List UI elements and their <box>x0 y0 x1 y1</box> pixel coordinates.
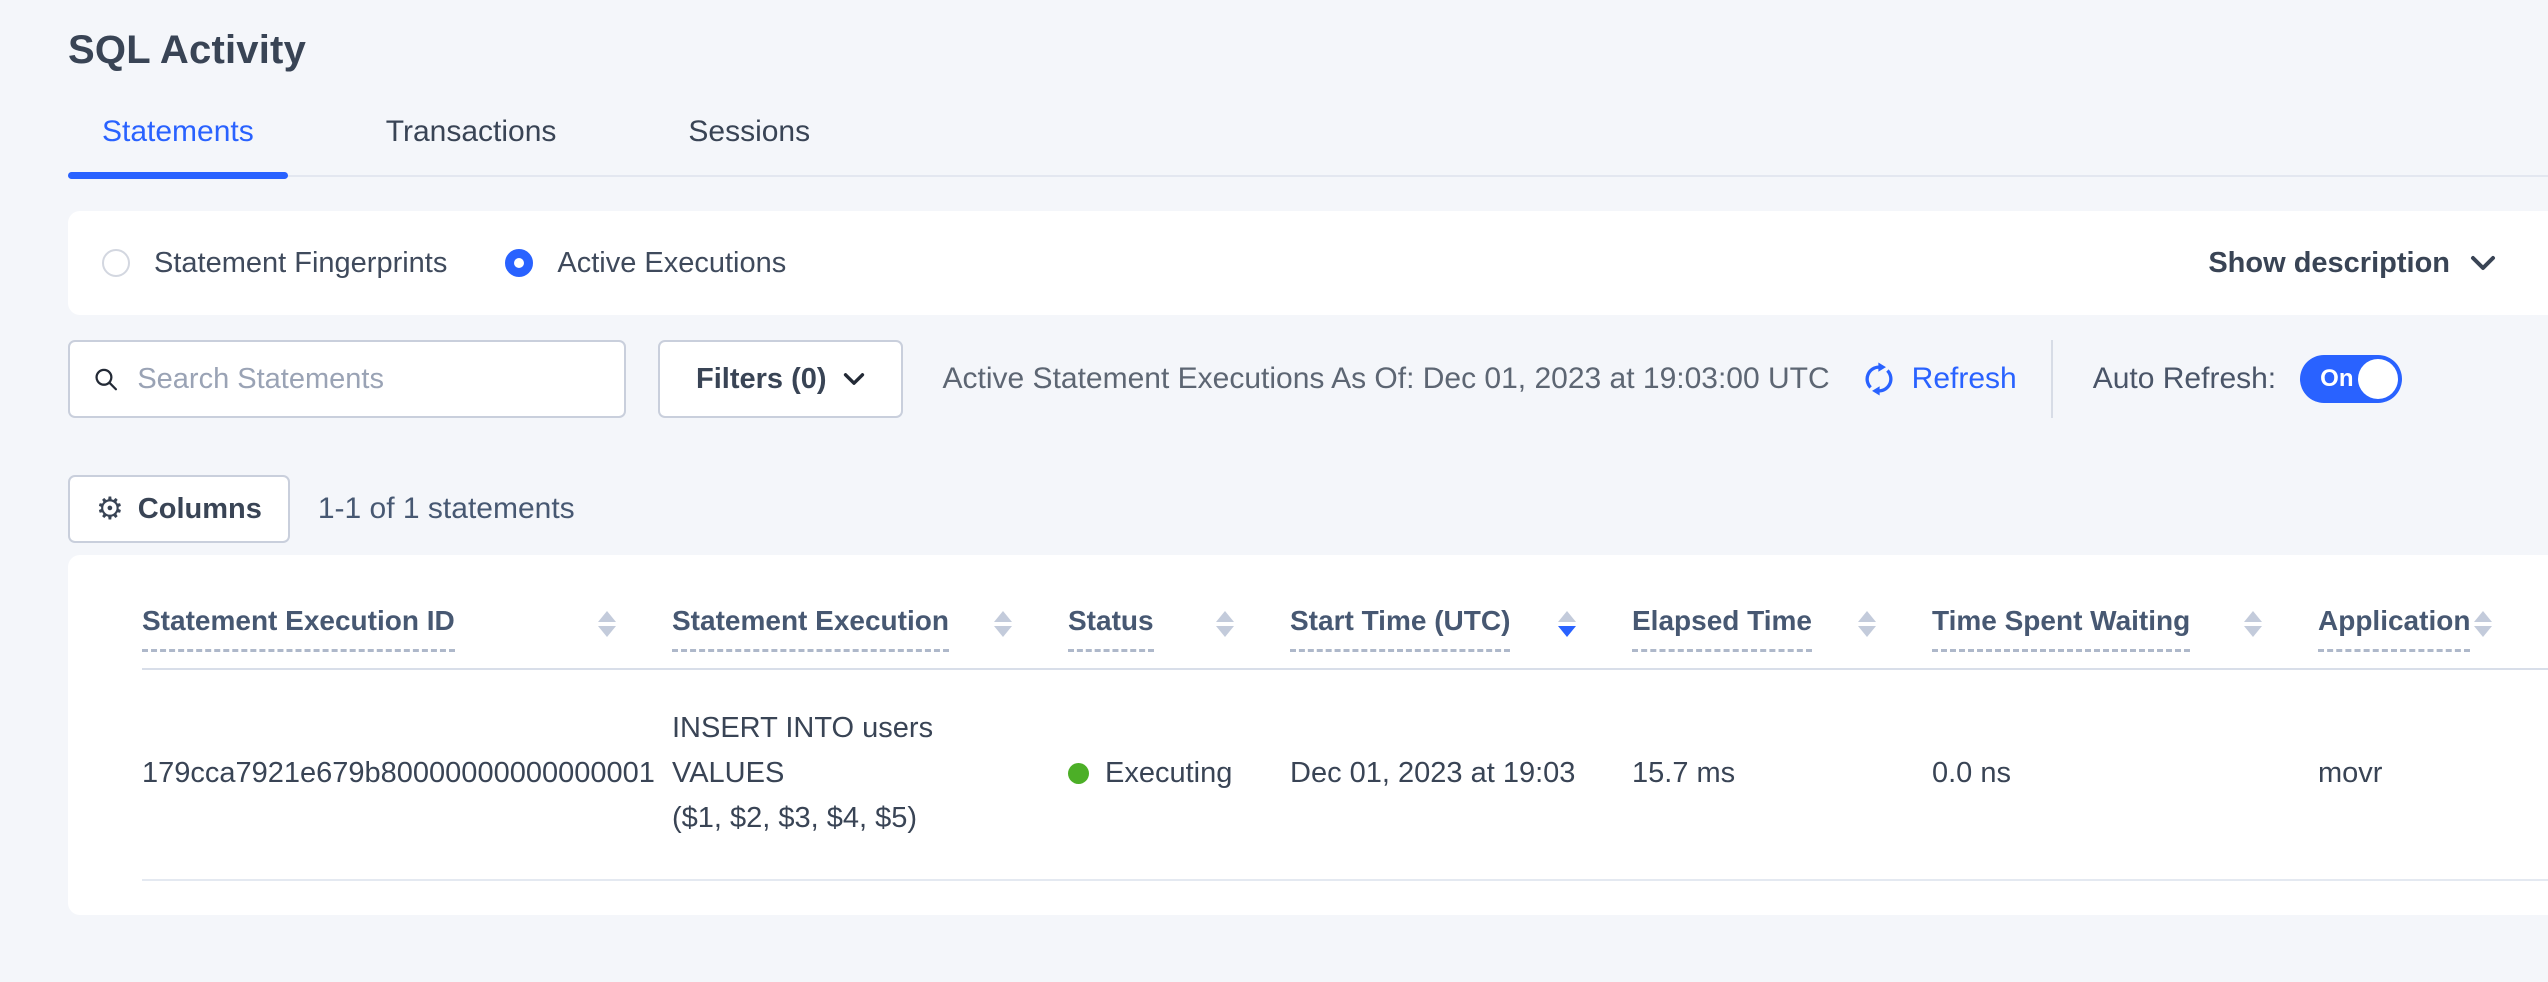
auto-refresh-toggle[interactable]: On <box>2300 355 2402 403</box>
refresh-button[interactable]: Refresh <box>1860 360 2017 398</box>
result-count: 1-1 of 1 statements <box>318 492 575 526</box>
show-description-button[interactable]: Show description <box>2208 247 2496 280</box>
sort-icon-active-desc[interactable] <box>1558 611 1576 637</box>
tab-transactions[interactable]: Transactions <box>352 115 591 175</box>
tab-sessions[interactable]: Sessions <box>654 115 844 175</box>
sort-icon[interactable] <box>994 611 1012 637</box>
sort-icon[interactable] <box>1216 611 1234 637</box>
search-box[interactable] <box>68 340 626 418</box>
cell-statement: INSERT INTO users VALUES ($1, $2, $3, $4… <box>672 669 1068 880</box>
statements-table-card: Statement Execution ID Statement Executi… <box>68 555 2548 915</box>
column-header-application[interactable]: Application <box>2318 583 2548 669</box>
sort-icon[interactable] <box>2474 611 2492 637</box>
sort-icon[interactable] <box>598 611 616 637</box>
cell-start-time: Dec 01, 2023 at 19:03 <box>1290 669 1632 880</box>
auto-refresh-label: Auto Refresh: <box>2093 362 2276 396</box>
radio-statement-fingerprints[interactable]: Statement Fingerprints <box>102 247 447 280</box>
table-row: 179cca7921e679b80000000000000001 INSERT … <box>142 669 2548 880</box>
tabs-bar: Statements Transactions Sessions <box>68 115 2548 177</box>
cell-elapsed-time: 15.7 ms <box>1632 669 1932 880</box>
table-header-row: Statement Execution ID Statement Executi… <box>142 583 2548 669</box>
chevron-down-icon <box>2470 255 2496 271</box>
column-header-time-spent-waiting[interactable]: Time Spent Waiting <box>1932 583 2318 669</box>
radio-circle-selected[interactable] <box>505 249 533 277</box>
statements-table: Statement Execution ID Statement Executi… <box>142 583 2548 881</box>
columns-button[interactable]: ⚙ Columns <box>68 475 290 543</box>
columns-label: Columns <box>138 493 262 526</box>
page-title: SQL Activity <box>0 0 2548 73</box>
search-icon <box>92 364 119 394</box>
statement-line-1: INSERT INTO users VALUES <box>672 706 1012 796</box>
column-header-start-time[interactable]: Start Time (UTC) <box>1290 583 1632 669</box>
search-input[interactable] <box>137 363 602 396</box>
column-header-statement-execution[interactable]: Statement Execution <box>672 583 1068 669</box>
status-dot-icon <box>1068 763 1089 784</box>
view-options-card: Statement Fingerprints Active Executions… <box>68 211 2548 315</box>
radio-label: Active Executions <box>557 247 786 280</box>
toolbar-divider <box>2051 340 2053 418</box>
filters-button[interactable]: Filters (0) <box>658 340 903 418</box>
sort-icon[interactable] <box>1858 611 1876 637</box>
status-label: Executing <box>1105 757 1232 790</box>
column-header-status[interactable]: Status <box>1068 583 1290 669</box>
refresh-icon <box>1860 360 1898 398</box>
toggle-knob <box>2358 359 2398 399</box>
as-of-timestamp: Active Statement Executions As Of: Dec 0… <box>943 362 1830 396</box>
gear-icon: ⚙ <box>96 494 124 525</box>
column-header-elapsed-time[interactable]: Elapsed Time <box>1632 583 1932 669</box>
filters-label: Filters (0) <box>696 363 827 396</box>
show-description-label: Show description <box>2208 247 2450 280</box>
cell-execution-id: 179cca7921e679b80000000000000001 <box>142 669 672 880</box>
radio-label: Statement Fingerprints <box>154 247 447 280</box>
cell-status: Executing <box>1068 669 1290 880</box>
toolbar: Filters (0) Active Statement Executions … <box>68 339 2548 419</box>
statement-line-2: ($1, $2, $3, $4, $5) <box>672 796 1012 841</box>
cell-time-spent-waiting: 0.0 ns <box>1932 669 2318 880</box>
chevron-down-icon <box>843 372 865 386</box>
cell-application: movr <box>2318 669 2548 880</box>
table-controls: ⚙ Columns 1-1 of 1 statements <box>68 475 2548 543</box>
refresh-label: Refresh <box>1912 362 2017 396</box>
radio-active-executions[interactable]: Active Executions <box>505 247 786 280</box>
sort-icon[interactable] <box>2244 611 2262 637</box>
column-header-statement-execution-id[interactable]: Statement Execution ID <box>142 583 672 669</box>
sql-activity-page: { "page": { "title": "SQL Activity" }, "… <box>0 0 2548 982</box>
toggle-state-label: On <box>2320 365 2353 393</box>
tab-statements[interactable]: Statements <box>68 115 288 175</box>
radio-circle-unselected[interactable] <box>102 249 130 277</box>
